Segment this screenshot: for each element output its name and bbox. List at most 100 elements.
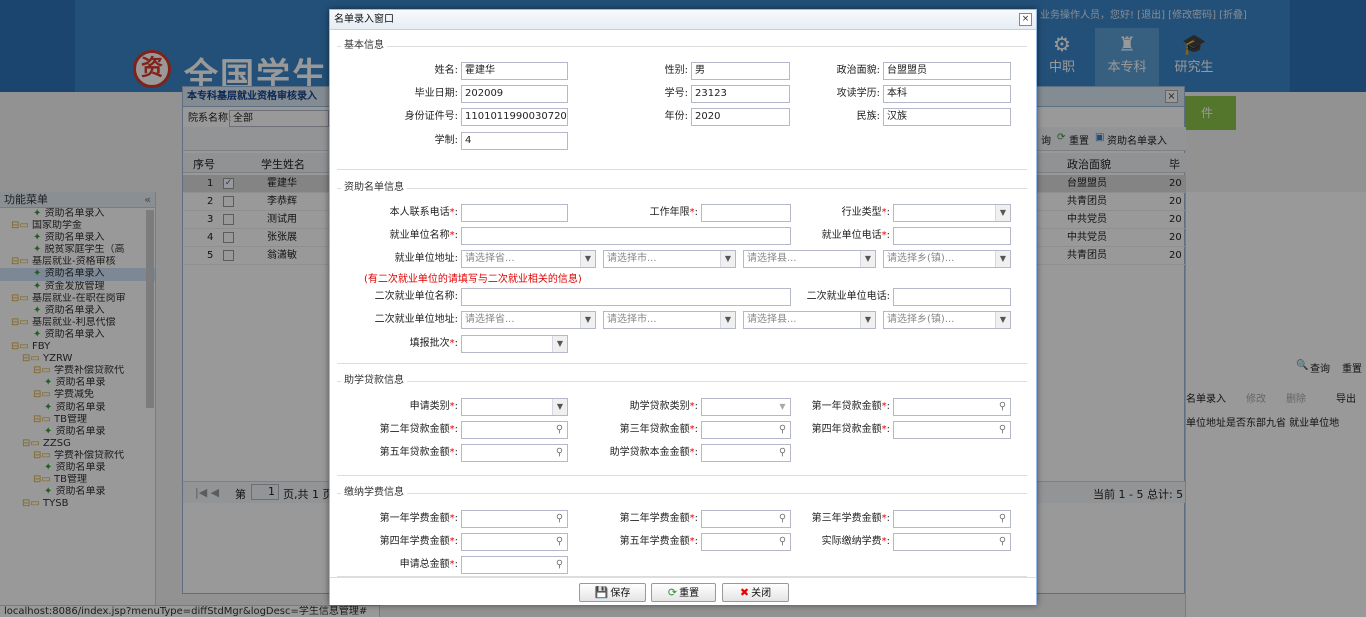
second-city-select[interactable]: 请选择市... ▼ <box>603 311 736 329</box>
dropdown-arrow-icon[interactable]: ▼ <box>720 251 735 267</box>
search-icon[interactable]: ⚲ <box>995 534 1010 550</box>
employer-label: 就业单位名称*: <box>389 230 458 241</box>
search-icon[interactable]: ⚲ <box>995 399 1010 415</box>
second-town-select[interactable]: 请选择乡(镇)... ▼ <box>883 311 1011 329</box>
close-button[interactable]: ✖ 关闭 <box>722 583 789 602</box>
total-amount-label: 申请总金额*: <box>399 559 458 570</box>
tuition-y5-label: 第五年学费金额*: <box>619 536 698 547</box>
actual-tuition-field[interactable]: ⚲ <box>893 533 1011 551</box>
name-label: 姓名: <box>434 65 458 76</box>
tuition-y4-field[interactable]: ⚲ <box>461 533 568 551</box>
second-county-select[interactable]: 请选择县... ▼ <box>743 311 876 329</box>
dialog-title: 名单录入窗口 <box>334 14 394 25</box>
phone-field[interactable] <box>461 204 568 222</box>
county-select[interactable]: 请选择县... ▼ <box>743 250 876 268</box>
dropdown-arrow-icon[interactable]: ▼ <box>995 205 1010 221</box>
actual-tuition-label: 实际缴纳学费*: <box>821 536 890 547</box>
second-province-select[interactable]: 请选择省... ▼ <box>461 311 596 329</box>
close-icon: ✖ <box>739 586 750 599</box>
search-icon[interactable]: ⚲ <box>995 422 1010 438</box>
dialog-footer: 💾 保存 ⟳ 重置 ✖ 关闭 <box>330 577 1036 605</box>
reset-button-label: 重置 <box>679 588 700 599</box>
ethnic-label: 民族: <box>856 111 880 122</box>
loan-type-label: 助学贷款类别*: <box>629 401 698 412</box>
industry-label: 行业类型*: <box>841 207 890 218</box>
apply-type-select[interactable]: ▼ <box>461 398 568 416</box>
save-button[interactable]: 💾 保存 <box>579 583 646 602</box>
town-select[interactable]: 请选择乡(镇)... ▼ <box>883 250 1011 268</box>
aid-info-legend: 资助名单信息 <box>341 182 407 194</box>
second-address-label: 二次就业单位地址: <box>374 314 458 325</box>
industry-select[interactable]: ▼ <box>893 204 1011 222</box>
loan-y3-label: 第三年贷款金额*: <box>619 424 698 435</box>
employer-phone-field[interactable] <box>893 227 1011 245</box>
dropdown-arrow-icon[interactable]: ▼ <box>995 251 1010 267</box>
name-field[interactable]: 霍建华 <box>461 62 568 80</box>
tuition-y1-field[interactable]: ⚲ <box>461 510 568 528</box>
second-phone-label: 二次就业单位电话: <box>806 291 890 302</box>
dropdown-arrow-icon[interactable]: ▼ <box>552 399 567 415</box>
tuition-y3-label: 第三年学费金额*: <box>811 513 890 524</box>
search-icon[interactable]: ⚲ <box>552 511 567 527</box>
address-label: 就业单位地址: <box>394 253 458 264</box>
search-icon[interactable]: ⚲ <box>775 445 790 461</box>
loan-y5-label: 第五年贷款金额*: <box>379 447 458 458</box>
dropdown-arrow-icon[interactable]: ▼ <box>552 336 567 352</box>
tuition-y2-label: 第二年学费金额*: <box>619 513 698 524</box>
principal-label: 助学贷款本金金额*: <box>609 447 698 458</box>
loan-y1-label: 第一年贷款金额*: <box>811 401 890 412</box>
basic-info-legend: 基本信息 <box>341 40 387 52</box>
ethnic-field[interactable]: 汉族 <box>883 108 1011 126</box>
dialog-close-icon[interactable]: × <box>1019 13 1032 26</box>
dropdown-arrow-icon[interactable]: ▼ <box>860 312 875 328</box>
politics-field[interactable]: 台盟盟员 <box>883 62 1011 80</box>
gender-label: 性别: <box>664 65 688 76</box>
loan-y5-field[interactable]: ⚲ <box>461 444 568 462</box>
dropdown-arrow-icon[interactable]: ▼ <box>580 251 595 267</box>
grad-date-field[interactable]: 202009 <box>461 85 568 103</box>
tuition-y1-label: 第一年学费金额*: <box>379 513 458 524</box>
degree-field[interactable]: 本科 <box>883 85 1011 103</box>
close-button-label: 关闭 <box>751 588 772 599</box>
second-phone-field[interactable] <box>893 288 1011 306</box>
phone-label: 本人联系电话*: <box>389 207 458 218</box>
politics-label: 政治面貌: <box>836 65 880 76</box>
batch-label: 填报批次*: <box>409 338 458 349</box>
dropdown-arrow-icon[interactable]: ▼ <box>860 251 875 267</box>
search-icon[interactable]: ⚲ <box>552 445 567 461</box>
tuition-info-legend: 缴纳学费信息 <box>341 487 407 499</box>
work-years-label: 工作年限*: <box>649 207 698 218</box>
second-employer-label: 二次就业单位名称: <box>374 291 458 302</box>
dropdown-arrow-icon[interactable]: ▼ <box>580 312 595 328</box>
dropdown-arrow-icon[interactable]: ▼ <box>995 312 1010 328</box>
search-icon[interactable]: ⚲ <box>552 534 567 550</box>
id-card-field[interactable]: 11010119900307205X <box>461 108 568 126</box>
search-icon[interactable]: ⚲ <box>552 422 567 438</box>
apply-type-label: 申请类别*: <box>409 401 458 412</box>
id-card-label: 身份证件号: <box>404 111 458 122</box>
second-employment-note: (有二次就业单位的请填写与二次就业相关的信息) <box>364 274 582 285</box>
batch-select[interactable]: ▼ <box>461 335 568 353</box>
second-employer-field[interactable] <box>461 288 791 306</box>
loan-y2-field[interactable]: ⚲ <box>461 421 568 439</box>
loan-info-legend: 助学贷款信息 <box>341 375 407 387</box>
search-icon[interactable]: ⚲ <box>552 557 567 573</box>
schooling-field[interactable]: 4 <box>461 132 568 150</box>
tuition-y4-label: 第四年学费金额*: <box>379 536 458 547</box>
employer-phone-label: 就业单位电话*: <box>821 230 890 241</box>
loan-y4-field[interactable]: ⚲ <box>893 421 1011 439</box>
loan-y1-field[interactable]: ⚲ <box>893 398 1011 416</box>
entry-dialog: 名单录入窗口 × 基本信息 姓名: 霍建华 性别: 男 政治面貌: 台盟盟员 毕… <box>329 9 1037 605</box>
schooling-label: 学制: <box>434 135 458 146</box>
total-amount-field[interactable]: ⚲ <box>461 556 568 574</box>
search-icon[interactable]: ⚲ <box>995 511 1010 527</box>
dropdown-arrow-icon[interactable]: ▼ <box>720 312 735 328</box>
city-select[interactable]: 请选择市... ▼ <box>603 250 736 268</box>
employer-field[interactable] <box>461 227 791 245</box>
province-select[interactable]: 请选择省... ▼ <box>461 250 596 268</box>
save-icon: 💾 <box>594 586 609 599</box>
reset-button[interactable]: ⟳ 重置 <box>651 583 716 602</box>
principal-field[interactable]: ⚲ <box>701 444 791 462</box>
dialog-title-bar: 名单录入窗口 <box>330 10 1036 30</box>
tuition-y3-field[interactable]: ⚲ <box>893 510 1011 528</box>
